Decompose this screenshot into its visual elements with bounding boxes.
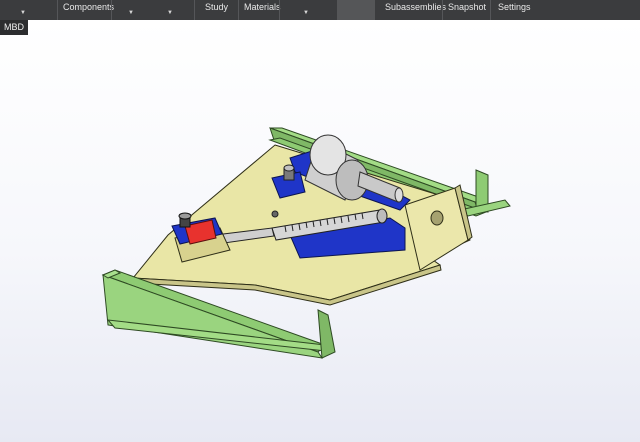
ribbon-blank-button[interactable] [337, 0, 375, 20]
rod-pin [271, 210, 279, 218]
dropdown-arrow-icon[interactable]: ▼ [128, 10, 134, 16]
bracket-hole [430, 210, 444, 226]
ribbon-divider [442, 0, 443, 20]
motor-shaft-tip [394, 187, 404, 203]
dropdown-arrow-icon[interactable]: ▼ [303, 10, 309, 16]
ribbon-divider [490, 0, 491, 20]
ribbon-subassemblies[interactable]: Subassemblies [385, 2, 446, 12]
graphics-viewport[interactable] [0, 20, 640, 442]
ribbon-divider [238, 0, 239, 20]
dropdown-arrow-icon[interactable]: ▼ [167, 10, 173, 16]
ribbon-study[interactable]: Study [205, 2, 228, 12]
command-ribbon: ▼ Components ▼ ▼ Study Materials ▼ Subas… [0, 0, 640, 20]
ribbon-components[interactable]: Components [63, 2, 114, 12]
ribbon-materials[interactable]: Materials [244, 2, 281, 12]
actuator-tip [376, 208, 388, 224]
small-servo-cap [283, 164, 295, 172]
front-servo-horn-top [178, 212, 192, 220]
ribbon-divider [194, 0, 195, 20]
ribbon-divider [111, 0, 112, 20]
dropdown-arrow-icon[interactable]: ▼ [20, 10, 26, 16]
ribbon-snapshot[interactable]: Snapshot [448, 2, 486, 12]
mbd-tab[interactable]: MBD [0, 20, 28, 35]
ribbon-divider [279, 0, 280, 20]
assembly-model[interactable] [0, 20, 640, 442]
ribbon-settings[interactable]: Settings [498, 2, 531, 12]
ribbon-divider [57, 0, 58, 20]
